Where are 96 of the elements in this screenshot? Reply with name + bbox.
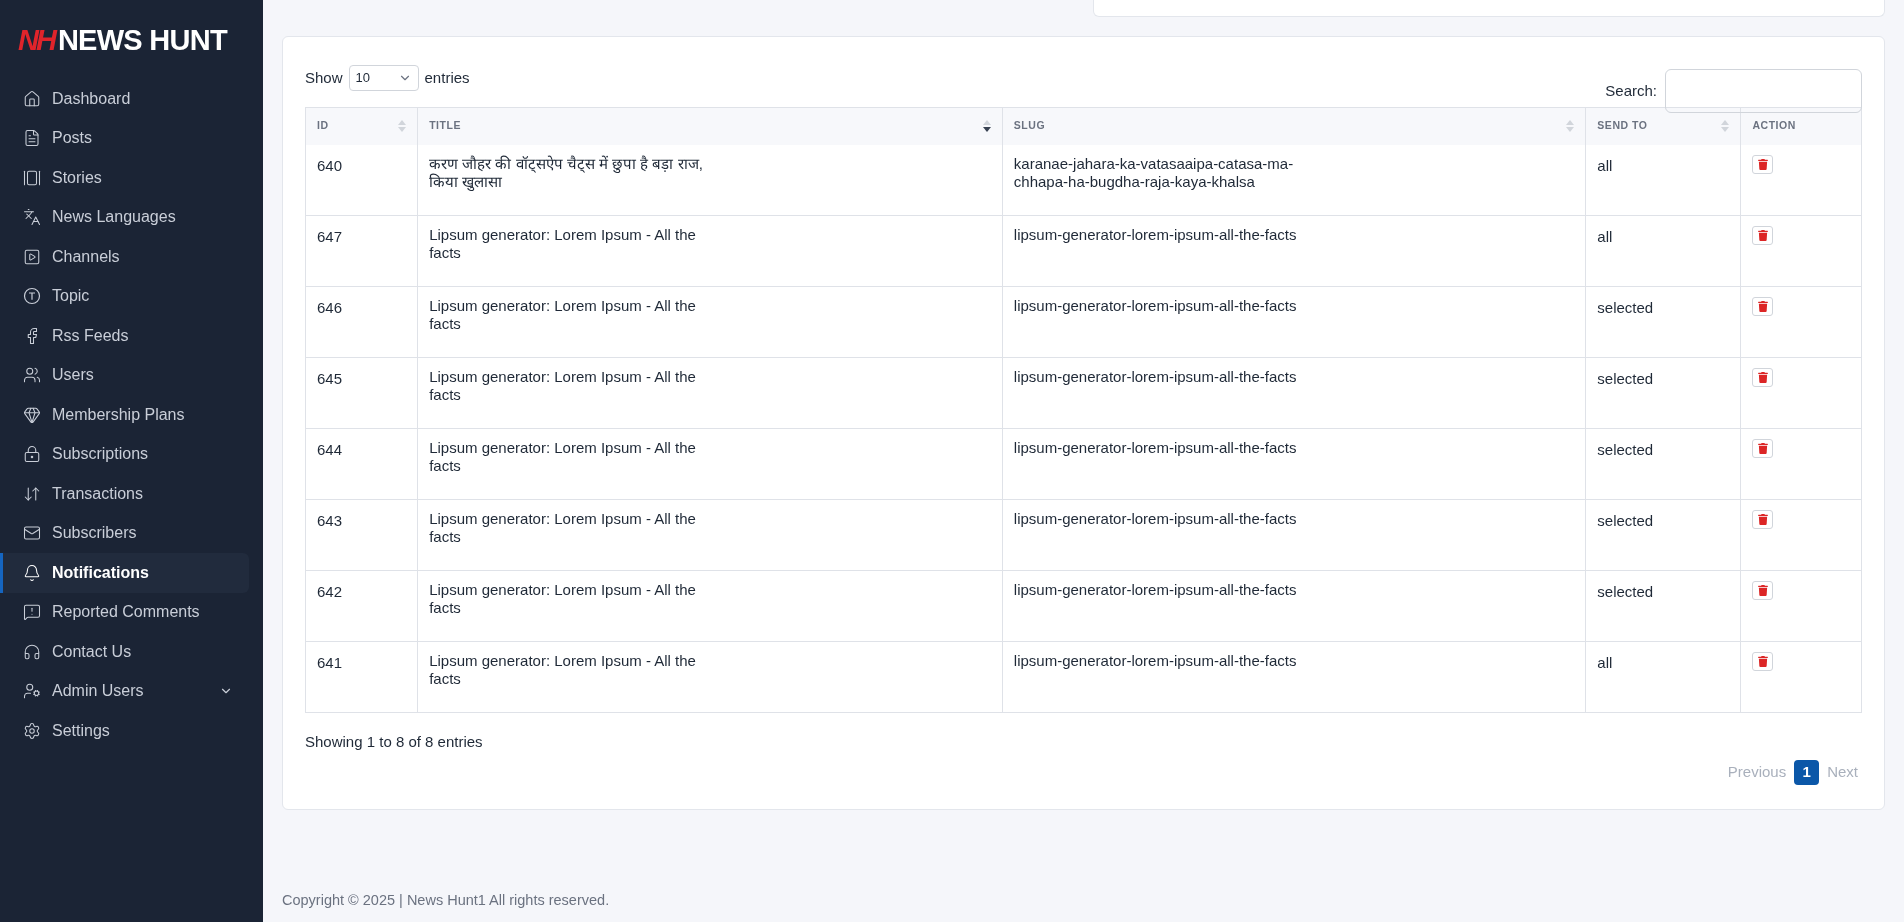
trash-icon: [1757, 230, 1768, 241]
table-cell-text: karanae-jahara-ka-vatasaaipa-catasa-ma-chhapa-ha-bugdha-raja-kaya-khalsa: [1013, 154, 1295, 191]
trash-icon: [1757, 443, 1768, 454]
mail-icon: [23, 524, 41, 543]
table-cell-text: Lipsum generator: Lorem Ipsum - All the facts: [429, 368, 697, 404]
gallery-icon: [23, 168, 41, 187]
bell-icon: [23, 563, 41, 582]
table-cell-text: Lipsum generator: Lorem Ipsum - All the facts: [429, 439, 697, 475]
delete-button[interactable]: [1752, 581, 1774, 600]
search-label: Search:: [1605, 80, 1657, 101]
translate-icon: [23, 208, 41, 227]
play-icon: [23, 247, 41, 266]
table-cell: selected: [1597, 299, 1654, 316]
lock-icon: [23, 445, 41, 464]
table-cell: 640: [317, 156, 343, 174]
search-field[interactable]: [1665, 69, 1862, 113]
sidebar-item[interactable]: Dashboard: [0, 79, 249, 119]
table-cell-text: lipsum-generator-lorem-ipsum-all-the-facts: [1013, 581, 1298, 599]
sidebar-item[interactable]: Posts: [0, 118, 249, 158]
trash-icon: [1757, 301, 1768, 312]
trash-icon: [1757, 585, 1768, 596]
table-cell-text: Lipsum generator: Lorem Ipsum - All the facts: [429, 652, 697, 688]
table-cell-text: lipsum-generator-lorem-ipsum-all-the-facts: [1013, 510, 1298, 528]
entries-select[interactable]: 10: [348, 65, 419, 91]
sidebar-item[interactable]: Membership Plans: [0, 395, 249, 435]
sidebar-item[interactable]: Reported Comments: [0, 592, 249, 632]
sidebar-item[interactable]: Subscribers: [0, 513, 249, 553]
sidebar-item[interactable]: Subscriptions: [0, 434, 249, 474]
settings-icon: [23, 721, 41, 740]
arrows-icon: [23, 484, 41, 503]
sidebar-item[interactable]: Stories: [0, 158, 249, 198]
delete-button[interactable]: [1752, 652, 1774, 671]
table-cell: 641: [317, 654, 343, 671]
table-cell: all: [1597, 156, 1613, 174]
table-info: Showing 1 to 8 of 8 entries: [305, 733, 483, 750]
user-gear-icon: [23, 682, 41, 701]
sidebar-item[interactable]: Transactions: [0, 474, 249, 514]
table-cell: 643: [317, 512, 343, 529]
table-cell-text: करण जौहर की वॉट्सऐप चैट्स में छुपा है बड़ा राज, किया खुलासा: [429, 154, 704, 191]
copyright-text: Copyright © 2025 | News Hunt1 All rights reserved.: [282, 892, 610, 909]
table-cell: all: [1597, 228, 1613, 245]
table-cell-text: lipsum-generator-lorem-ipsum-all-the-facts: [1013, 297, 1298, 315]
home-icon: [23, 89, 41, 108]
circle-t-icon: [23, 287, 41, 306]
table-cell: all: [1597, 654, 1613, 671]
table-cell: selected: [1597, 370, 1654, 387]
column-header[interactable]: TITLE: [429, 118, 461, 135]
headphones-icon: [23, 642, 41, 661]
entries-label: entries: [424, 67, 470, 88]
logo-text: NEWS HUNT: [57, 26, 227, 55]
trash-icon: [1757, 656, 1768, 667]
table-cell: 642: [317, 583, 343, 600]
table-cell: 647: [317, 228, 343, 245]
column-header[interactable]: SLUG: [1013, 118, 1046, 135]
column-header[interactable]: ID: [317, 118, 329, 135]
sidebar-item[interactable]: Rss Feeds: [0, 316, 249, 356]
users-icon: [23, 366, 41, 385]
table-cell: 645: [317, 370, 343, 387]
table-cell: selected: [1597, 583, 1654, 600]
table-cell-text: lipsum-generator-lorem-ipsum-all-the-facts: [1013, 368, 1298, 386]
table-cell-text: Lipsum generator: Lorem Ipsum - All the facts: [429, 226, 697, 262]
table-cell: 646: [317, 299, 343, 316]
comment-alert-icon: [23, 603, 41, 622]
delete-button[interactable]: [1752, 368, 1774, 387]
sidebar-item[interactable]: Channels: [0, 237, 249, 277]
diamond-icon: [23, 405, 41, 424]
table-cell: selected: [1597, 512, 1654, 529]
show-label: Show: [305, 67, 343, 88]
column-header[interactable]: SEND TO: [1597, 118, 1648, 135]
sidebar-item[interactable]: Users: [0, 355, 249, 395]
sidebar-item[interactable]: Contact Us: [0, 632, 249, 672]
table-cell: selected: [1597, 441, 1654, 458]
delete-button[interactable]: [1752, 297, 1774, 316]
table-cell-text: Lipsum generator: Lorem Ipsum - All the facts: [429, 510, 697, 546]
delete-button[interactable]: [1752, 154, 1774, 174]
trash-icon: [1757, 372, 1768, 383]
delete-button[interactable]: [1752, 439, 1774, 458]
table-cell-text: lipsum-generator-lorem-ipsum-all-the-facts: [1013, 652, 1298, 670]
table-cell-text: Lipsum generator: Lorem Ipsum - All the facts: [429, 297, 697, 333]
table-cell-text: lipsum-generator-lorem-ipsum-all-the-facts: [1013, 439, 1298, 457]
table-cell: 644: [317, 441, 343, 458]
sidebar-item[interactable]: Notifications: [0, 553, 249, 593]
table-cell-text: lipsum-generator-lorem-ipsum-all-the-facts: [1013, 226, 1298, 244]
sidebar-item[interactable]: Admin Users: [0, 671, 249, 711]
delete-button[interactable]: [1752, 226, 1774, 245]
page-button[interactable]: 1: [1794, 759, 1820, 785]
trash-icon: [1757, 158, 1768, 170]
table-cell-text: Lipsum generator: Lorem Ipsum - All the facts: [429, 581, 697, 617]
sidebar-item[interactable]: Topic: [0, 276, 249, 316]
sidebar-item[interactable]: News Languages: [0, 197, 249, 237]
column-header[interactable]: ACTION: [1752, 118, 1796, 135]
logo-mark: NH: [18, 26, 54, 55]
delete-button[interactable]: [1752, 510, 1774, 529]
document-icon: [23, 129, 41, 148]
sidebar-item[interactable]: Settings: [0, 711, 249, 751]
trash-icon: [1757, 514, 1768, 525]
